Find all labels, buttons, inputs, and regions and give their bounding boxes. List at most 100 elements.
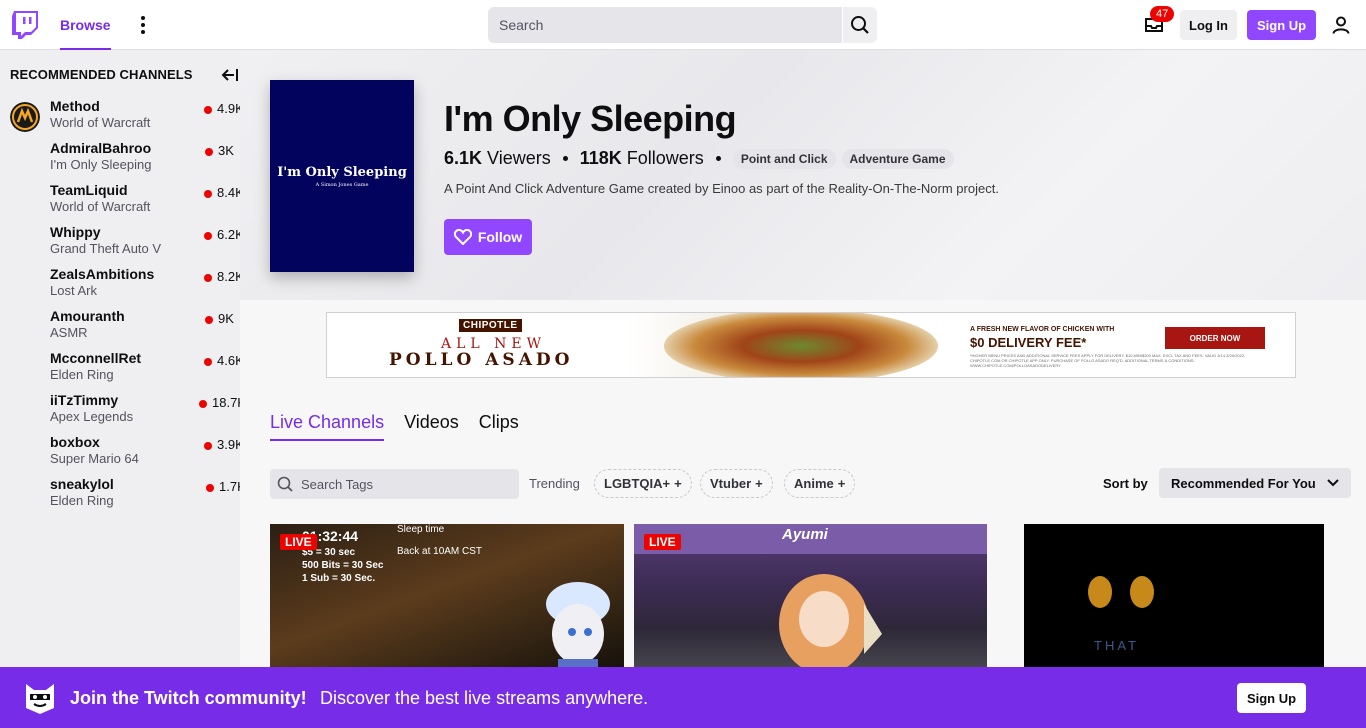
separator-dot [562, 156, 568, 161]
viewer-count: 1.7K [219, 479, 240, 494]
channel-name: Amouranth [50, 308, 125, 324]
tag-search-input[interactable] [301, 476, 501, 492]
viewer-count: 4.6K [217, 353, 240, 368]
channel-game: Apex Legends [50, 409, 134, 424]
live-indicator [205, 148, 213, 156]
tag-chip-anime[interactable]: Anime + [784, 469, 856, 498]
live-indicator [204, 106, 212, 114]
ad-headline-2: POLLO ASADO [389, 350, 574, 370]
viewer-count: 9K [218, 311, 234, 326]
box-art-subtitle: A Simon Jones Game [315, 181, 369, 188]
channel-name: ZealsAmbitions [50, 266, 155, 282]
overlay-text: 500 Bits = 30 Sec [302, 560, 384, 571]
stream-thumbnail-3[interactable]: THAT [1024, 524, 1324, 674]
channel-name: AdmiralBahroo [50, 140, 152, 156]
main-content: I'm Only Sleeping A Simon Jones Game I'm… [240, 50, 1366, 728]
tab-videos[interactable]: Videos [404, 412, 459, 441]
footer-signup-button[interactable]: Sign Up [1237, 683, 1306, 713]
sidebar-channel-iitztimmy[interactable]: iiTzTimmy Apex Legends 18.7K [0, 392, 240, 434]
game-stats: 6.1K Viewers 118K Followers Point and Cl… [444, 148, 954, 169]
tab-live-channels[interactable]: Live Channels [270, 412, 385, 441]
game-scene-text: THAT [1094, 638, 1139, 653]
chip-label: Vtuber [710, 476, 752, 491]
sidebar-channel-amouranth[interactable]: Amouranth ASMR 9K [0, 308, 240, 350]
sidebar-channel-method[interactable]: Method World of Warcraft 4.9K [0, 98, 240, 140]
twitch-logo-icon[interactable] [12, 11, 38, 39]
join-community-banner: Join the Twitch community! Discover the … [0, 667, 1366, 728]
sidebar-channel-sneakylol[interactable]: sneakylol Elden Ring 1.7K [0, 476, 240, 518]
channel-name: iiTzTimmy [50, 392, 119, 408]
live-indicator [206, 484, 214, 492]
plus-icon: + [755, 476, 763, 491]
search-bar [488, 7, 877, 43]
live-indicator [204, 442, 212, 450]
plus-icon: + [837, 476, 846, 491]
viewer-count: 4.9K [217, 101, 240, 116]
viewers-count: 6.1K [444, 148, 483, 168]
ad-fine-print: *HIGHER MENU PRICES AND ADDITIONAL SERVI… [970, 353, 1246, 368]
more-options-icon[interactable] [133, 13, 153, 37]
search-icon [851, 16, 869, 34]
trending-label: Trending [529, 476, 580, 491]
channel-name: McconnellRet [50, 350, 142, 366]
ad-order-button[interactable]: ORDER NOW [1165, 327, 1265, 349]
channel-game: Elden Ring [50, 493, 114, 508]
viewers-label: Viewers [487, 148, 551, 168]
sidebar-channel-teamliquid[interactable]: TeamLiquid World of Warcraft 8.4K [0, 182, 240, 224]
search-button[interactable] [843, 7, 877, 43]
sort-by-label: Sort by [1103, 476, 1148, 491]
tag-adventure-game[interactable]: Adventure Game [841, 148, 954, 169]
overlay-text: Sleep time [397, 524, 445, 535]
sort-dropdown[interactable]: Recommended For You [1159, 468, 1351, 498]
stream-thumbnail-1[interactable]: 01:32:44 $5 = 30 sec 500 Bits = 30 Sec 1… [270, 524, 624, 674]
separator-dot [715, 156, 721, 161]
tag-chip-vtuber[interactable]: Vtuber + [700, 469, 773, 498]
channel-name: TeamLiquid [50, 182, 128, 198]
tag-chip-lgbtqia[interactable]: LGBTQIA+ + [594, 469, 692, 498]
recommended-channels-heading: RECOMMENDED CHANNELS [10, 67, 193, 82]
vtuber-avatar-image [546, 582, 610, 674]
followers-label: Followers [626, 148, 704, 168]
ad-food-image [664, 313, 938, 377]
channel-game: ASMR [50, 325, 88, 340]
live-indicator [204, 274, 212, 282]
browse-link[interactable]: Browse [60, 0, 111, 50]
sidebar-channel-mcconnellret[interactable]: McconnellRet Elden Ring 4.6K [0, 350, 240, 392]
viewer-count: 3.9K [217, 437, 240, 452]
advertisement-banner[interactable]: CHIPOTLE ALL NEW POLLO ASADO A FRESH NEW… [326, 312, 1296, 378]
live-indicator [204, 190, 212, 198]
sidebar-channel-boxbox[interactable]: boxbox Super Mario 64 3.9K [0, 434, 240, 476]
viewer-count: 8.2K [217, 269, 240, 284]
signup-button[interactable]: Sign Up [1247, 10, 1317, 40]
tag-point-and-click[interactable]: Point and Click [732, 148, 836, 169]
overlay-text: 1 Sub = 30 Sec. [302, 573, 376, 584]
tab-clips[interactable]: Clips [479, 412, 519, 441]
login-button[interactable]: Log In [1180, 10, 1237, 40]
live-indicator [199, 400, 207, 408]
sidebar: RECOMMENDED CHANNELS Method World of War… [0, 50, 240, 728]
follow-button[interactable]: Follow [444, 219, 532, 255]
game-title: I'm Only Sleeping [444, 98, 737, 139]
stream-thumbnail-2[interactable]: Ayumi LIVE [634, 524, 987, 674]
plus-icon: + [674, 476, 682, 491]
sidebar-channel-whippy[interactable]: Whippy Grand Theft Auto V 6.2K [0, 224, 240, 266]
followers-count: 118K [579, 148, 622, 168]
tag-search-box [270, 469, 519, 499]
chevron-down-icon [1327, 479, 1339, 487]
ad-brand: CHIPOTLE [459, 319, 522, 332]
glitch-mascot-icon [26, 684, 54, 714]
channel-game: I'm Only Sleeping [50, 157, 152, 172]
sidebar-channel-zealsambitions[interactable]: ZealsAmbitions Lost Ark 8.2K [0, 266, 240, 308]
channel-game: Grand Theft Auto V [50, 241, 162, 256]
collapse-sidebar-icon[interactable] [221, 67, 239, 83]
overlay-logo-text: Ayumi [782, 526, 828, 543]
sidebar-channel-admiralbahroo[interactable]: AdmiralBahroo I'm Only Sleeping 3K [0, 140, 240, 182]
join-subtitle: Discover the best live streams anywhere. [320, 688, 649, 708]
ad-offer-big: $0 DELIVERY FEE* [970, 335, 1087, 350]
avatar [10, 102, 40, 132]
channel-game: Super Mario 64 [50, 451, 139, 466]
search-input[interactable] [488, 7, 843, 43]
channel-name: Whippy [50, 224, 101, 240]
user-menu-icon[interactable] [1332, 16, 1350, 34]
inbox-count-badge: 47 [1150, 6, 1175, 22]
